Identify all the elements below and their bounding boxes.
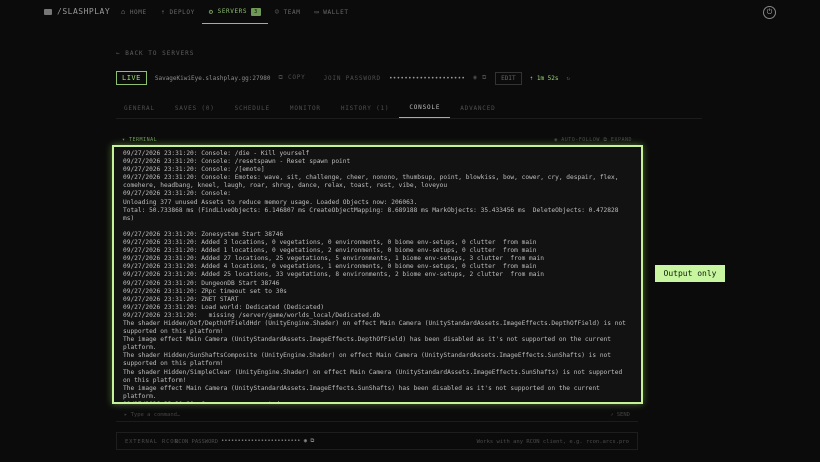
tab-console[interactable]: CONSOLE <box>399 98 451 118</box>
terminal-line: 09/27/2026 23:31:20: Zonesystem Start 38… <box>123 230 284 238</box>
server-icon: ⚙ <box>208 7 214 16</box>
server-host: SavageKiwiEye.slashplay.gg:27980 <box>154 74 271 82</box>
tab-schedule[interactable]: SCHEDULE <box>225 98 280 118</box>
tabs-divider <box>116 118 702 119</box>
refresh-icon[interactable]: ↻ <box>567 75 571 82</box>
rcon-password-label: RCON PASSWORD <box>175 439 219 445</box>
nav-item-label: HOME <box>129 8 147 16</box>
status-badge: LIVE <box>116 71 147 85</box>
terminal-line: 09/27/2026 23:31:20: Added 1 locations, … <box>123 247 537 255</box>
terminal-line: 09/27/2026 23:31:20: Console: <box>123 190 232 198</box>
rcon-label: EXTERNAL RCON <box>125 439 179 445</box>
terminal-toggle[interactable]: ▾ TERMINAL <box>122 137 157 143</box>
external-rcon-panel: EXTERNAL RCON RCON PASSWORD ••••••••••••… <box>116 432 638 450</box>
terminal-line: The shader Hidden/Dof/DepthOfFieldHdr (U… <box>123 319 630 336</box>
rcon-password-value[interactable]: •••••••••••••••••••••••• ◉ ⧉ <box>221 438 314 445</box>
nav-item-team[interactable]: ☺ TEAM <box>268 0 308 24</box>
join-password-value: •••••••••••••••••••• <box>388 74 466 82</box>
nav-item-label: WALLET <box>323 8 349 16</box>
tab-history[interactable]: HISTORY (1) <box>331 98 400 118</box>
nav-item-wallet[interactable]: ▭ WALLET <box>307 0 355 24</box>
copy-host-button[interactable]: ⧉ COPY <box>278 74 305 82</box>
terminal-line: 09/27/2026 23:31:20: ZRpc timeout set to… <box>123 287 287 295</box>
password-actions-icon[interactable]: ◉ ⧉ <box>473 74 487 82</box>
terminal-line: 09/27/2026 23:31:20: missing /server/gam… <box>123 311 381 319</box>
nav-item-label: TEAM <box>283 8 301 16</box>
servers-count-badge: 3 <box>251 7 261 16</box>
tab-saves[interactable]: SAVES (0) <box>165 98 225 118</box>
top-navigation-bar: /SLASHPLAY ⌂ HOME ⇡ DEPLOY ⚙ SERVERS 3 ☺ TEAM ▭ WA… <box>0 0 820 28</box>
join-password-label: JOIN PASSWORD <box>323 74 381 82</box>
power-icon[interactable]: ⏻ <box>763 6 776 19</box>
terminal-controls[interactable]: ◉ AUTO-FOLLOW ⧉ EXPAND <box>554 137 632 143</box>
brand-name: /SLASHPLAY <box>57 7 111 16</box>
nav-item-deploy[interactable]: ⇡ DEPLOY <box>154 0 202 24</box>
logo-icon <box>44 8 52 15</box>
wallet-icon: ▭ <box>314 8 320 16</box>
terminal-lines: 09/27/2026 23:31:20: Console: /die - Kil… <box>114 147 641 402</box>
terminal-line: 09/27/2026 23:31:20: Console: /resetspaw… <box>123 158 351 166</box>
main-nav: ⌂ HOME ⇡ DEPLOY ⚙ SERVERS 3 ☺ TEAM ▭ WALLET <box>114 0 356 26</box>
terminal-line: 09/27/2026 23:31:20: Added 25 locations,… <box>123 271 544 279</box>
nav-item-servers[interactable]: ⚙ SERVERS 3 <box>201 0 268 24</box>
terminal-line: The image effect Main Camera (UnityStand… <box>123 384 604 400</box>
nav-item-label: SERVERS <box>217 8 248 15</box>
nav-item-home[interactable]: ⌂ HOME <box>114 0 154 24</box>
terminal-output[interactable]: 09/27/2026 23:31:20: Console: /die - Kil… <box>112 145 643 404</box>
terminal-line: Unloading 377 unused Assets to reduce me… <box>123 198 418 206</box>
terminal-line: The image effect Main Camera (UnityStand… <box>123 336 615 352</box>
tab-general[interactable]: GENERAL <box>116 98 165 118</box>
uptime-indicator: ⇡ 1m 52s <box>529 74 559 82</box>
command-input[interactable]: ▸ Type a command… <box>124 412 180 418</box>
terminal-line: 09/27/2026 23:31:20: Added 4 locations, … <box>123 263 537 271</box>
output-only-annotation: Output only <box>655 265 725 282</box>
back-to-servers-link[interactable]: ← BACK TO SERVERS <box>116 50 194 57</box>
terminal-line: 09/27/2026 23:31:20: Console: /[emote] <box>123 166 265 174</box>
server-status-row: LIVE SavageKiwiEye.slashplay.gg:27980 ⧉ … <box>116 71 571 85</box>
terminal-line: 09/27/2026 23:31:20: Game server connect… <box>123 401 632 402</box>
terminal-line: The shader Hidden/SimpleClear (UnityEngi… <box>123 368 626 384</box>
terminal-line: The shader Hidden/SunShaftsComposite (Un… <box>123 352 615 368</box>
send-button[interactable]: ⇗ SEND <box>610 412 630 418</box>
rcon-hint: Works with any RCON client, e.g. rcon.ar… <box>476 439 629 445</box>
terminal-line: 09/27/2026 23:31:20: ZNET START <box>123 295 239 303</box>
terminal-line: Total: 50.733868 ms (FindLiveObjects: 6.… <box>123 206 623 222</box>
terminal-line: 09/27/2026 23:31:20: Console: /die - Kil… <box>123 150 310 157</box>
team-icon: ☺ <box>274 8 280 16</box>
command-bar: ▸ Type a command… ⇗ SEND <box>116 406 638 422</box>
edit-password-button[interactable]: EDIT <box>495 71 522 85</box>
terminal-line: 09/27/2026 23:31:20: Added 3 locations, … <box>123 239 537 247</box>
nav-item-label: DEPLOY <box>169 8 195 16</box>
terminal-line: 09/27/2026 23:31:20: Load world: Dedicat… <box>123 303 325 311</box>
server-tabs: GENERAL SAVES (0) SCHEDULE MONITOR HISTORY (… <box>116 98 506 118</box>
rocket-icon: ⇡ <box>160 8 166 16</box>
tab-advanced[interactable]: ADVANCED <box>450 98 505 118</box>
brand-logo[interactable]: /SLASHPLAY <box>44 7 110 16</box>
home-icon: ⌂ <box>121 8 126 16</box>
terminal-line: 09/27/2026 23:31:20: Console: Emotes: wa… <box>123 174 623 190</box>
terminal-line: 09/27/2026 23:31:20: Added 27 locations,… <box>123 255 544 263</box>
terminal-line: 09/27/2026 23:31:20: DungeonDB Start 387… <box>123 279 280 287</box>
tab-monitor[interactable]: MONITOR <box>280 98 331 118</box>
